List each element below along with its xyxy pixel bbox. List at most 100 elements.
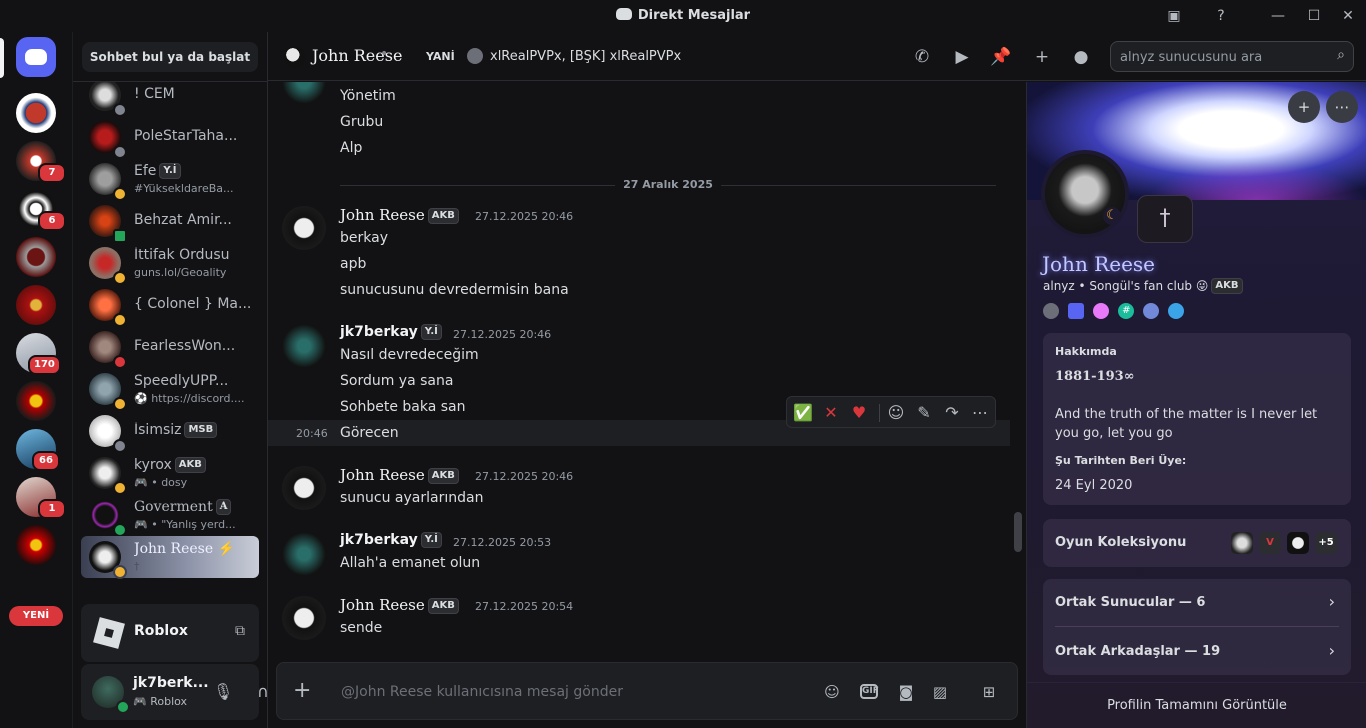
more-options-icon[interactable]: ⋯ (969, 402, 991, 424)
dm-item[interactable]: kyrox AKB 🎮 • dosy (81, 452, 259, 495)
avatar[interactable] (282, 532, 326, 576)
guild-tag: AKB (174, 457, 206, 473)
forward-icon[interactable]: ↷ (941, 402, 963, 424)
server-icon[interactable]: 6 (16, 189, 66, 231)
heart-reaction-icon[interactable]: ♥ (848, 402, 870, 424)
unread-badge: 6 (38, 211, 66, 231)
server-icon[interactable] (16, 525, 56, 565)
gear-badge-icon[interactable] (1143, 302, 1160, 319)
quest-badge-icon[interactable] (1168, 302, 1185, 319)
message-author[interactable]: John Reese AKB (340, 466, 459, 484)
user-name[interactable]: jk7berk... (133, 675, 209, 691)
dm-item[interactable]: Goverment A 🎮 • "Yanlış yerd... (81, 494, 259, 537)
search-input[interactable] (1120, 48, 1320, 66)
dm-item[interactable]: PoleStarTaha... (81, 116, 259, 159)
gift-icon[interactable]: ⊞ (977, 680, 1001, 704)
check-reaction-icon[interactable]: ✅ (792, 402, 814, 424)
server-icon[interactable]: 1 (16, 477, 66, 519)
server-icon[interactable] (16, 381, 56, 421)
game-icon[interactable] (1231, 532, 1253, 554)
dm-item[interactable]: { Colonel } Ma... (81, 284, 259, 327)
shield-icon[interactable] (1068, 302, 1085, 319)
roblox-logo-icon (93, 617, 125, 649)
message-text: Yönetim (340, 88, 396, 104)
gamepad-icon: 🎮 (134, 518, 148, 531)
dm-item[interactable]: Behzat Amir... (81, 200, 259, 243)
search-box[interactable]: ⌕ (1110, 41, 1354, 72)
view-full-profile-button[interactable]: Profilin Tamamını Görüntüle (1027, 682, 1366, 728)
close-icon[interactable]: ✕ (1337, 6, 1359, 26)
sticker-icon[interactable]: ◙ (894, 680, 918, 704)
avatar[interactable] (282, 82, 326, 104)
hashtag-icon[interactable]: # (1118, 302, 1135, 319)
help-icon[interactable]: ? (1210, 6, 1232, 26)
avatar[interactable] (282, 596, 326, 640)
user-panel: jk7berk... 🎮 Roblox 🎙 ∩ ⚙ (81, 664, 309, 720)
server-icon[interactable] (16, 93, 56, 133)
mutual-servers-row[interactable]: Ortak Sunucular — 6 (1055, 595, 1205, 610)
avatar[interactable] (282, 324, 326, 368)
message-input[interactable] (341, 682, 801, 702)
unread-badge: 7 (38, 163, 66, 183)
message-author[interactable]: John Reese AKB (340, 596, 459, 614)
dm-item[interactable]: İsimsiz MSB (81, 410, 259, 453)
server-icon[interactable] (16, 285, 56, 325)
dm-item[interactable]: FearlessWon... (81, 326, 259, 369)
screen-share-icon[interactable]: ⧉ (235, 623, 245, 639)
maximize-icon[interactable]: ☐ (1303, 6, 1325, 26)
add-attachment-icon[interactable]: + (293, 679, 311, 703)
valorant-icon[interactable]: V (1259, 532, 1281, 554)
microphone-icon[interactable]: 🎙 (213, 682, 233, 701)
separator-dot: • (380, 46, 389, 62)
dm-item[interactable]: Efe Y.İ #YüksekldareBa... (81, 158, 259, 201)
avatar[interactable] (282, 466, 326, 510)
dm-item-active[interactable]: John Reese ⚡ † (81, 536, 259, 579)
pin-icon[interactable]: 📌 (989, 45, 1013, 69)
cross-reaction-icon[interactable]: ✕ (820, 402, 842, 424)
dm-item[interactable]: SpeedlyUPP... ⚽ https://discord.... (81, 368, 259, 411)
game-collection-card[interactable]: Oyun Koleksiyonu V +5 (1043, 519, 1351, 567)
more-options-icon[interactable]: ⋯ (1326, 91, 1358, 123)
server-icon[interactable]: 170 (16, 333, 61, 375)
chevron-right-icon[interactable]: › (1329, 641, 1335, 660)
minimize-icon[interactable]: — (1267, 6, 1289, 26)
add-reaction-icon[interactable]: ☺ (885, 402, 907, 424)
find-conversation-button[interactable]: Sohbet bul ya da başlat (82, 42, 258, 72)
image-icon[interactable]: ▨ (928, 680, 952, 704)
chevron-right-icon[interactable]: › (1329, 592, 1335, 611)
message-author[interactable]: jk7berkay Y.İ (340, 532, 442, 548)
gif-icon[interactable]: GIF (860, 684, 879, 699)
dm-name: Goverment A (134, 499, 254, 515)
server-icon[interactable]: 66 (16, 429, 60, 471)
edit-icon[interactable]: ✎ (913, 402, 935, 424)
server-icon[interactable]: 7 (16, 141, 66, 183)
recipient-name[interactable]: John Reese (312, 46, 402, 65)
dm-item[interactable]: İttifak Ordusu guns.lol/Geoality (81, 242, 259, 285)
message-author[interactable]: jk7berkay Y.İ (340, 324, 442, 340)
game-collection-label: Oyun Koleksiyonu (1055, 535, 1187, 550)
activity-card[interactable]: Roblox ⧉ (81, 604, 259, 662)
dm-status-text: † (134, 560, 140, 573)
server-icon[interactable] (16, 237, 56, 277)
video-call-icon[interactable]: ▶ (950, 45, 974, 69)
unread-badge: 170 (28, 355, 61, 375)
nitro-gem-icon[interactable] (1093, 302, 1110, 319)
home-button[interactable] (16, 37, 56, 77)
add-friends-icon[interactable]: + (1030, 45, 1054, 69)
guild-name[interactable]: xlRealPVPx, [BŞK] xlRealPVPx (490, 49, 681, 64)
badge-icon[interactable] (1043, 302, 1059, 319)
voice-call-icon[interactable]: ✆ (910, 45, 934, 69)
recipient-avatar[interactable] (284, 46, 306, 68)
add-friend-icon[interactable]: + (1288, 91, 1320, 123)
inbox-icon[interactable]: ▣ (1163, 6, 1185, 26)
more-games-count[interactable]: +5 (1315, 532, 1337, 554)
profile-avatar[interactable] (1041, 150, 1129, 238)
avatar[interactable] (282, 206, 326, 250)
mutual-friends-row[interactable]: Ortak Arkadaşlar — 19 (1055, 644, 1220, 659)
user-profile-icon[interactable]: ● (1069, 45, 1093, 69)
scrollbar-thumb[interactable] (1014, 512, 1022, 552)
emoji-icon[interactable]: ☺ (820, 680, 844, 704)
dm-item[interactable]: ! CEM (81, 82, 259, 117)
message-author[interactable]: John Reese AKB (340, 206, 459, 224)
game-icon[interactable] (1287, 532, 1309, 554)
